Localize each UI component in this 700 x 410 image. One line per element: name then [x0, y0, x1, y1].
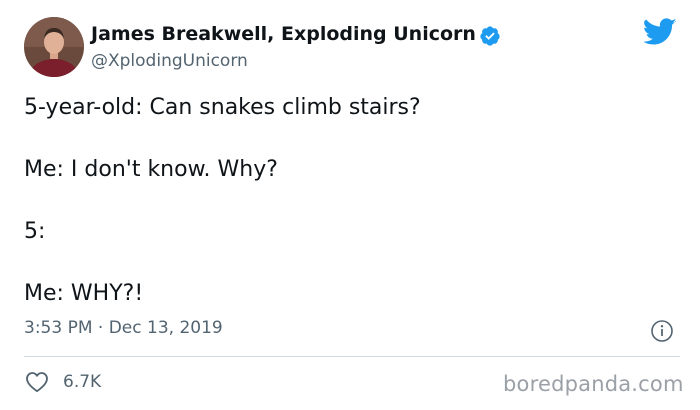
- twitter-bird-icon[interactable]: [644, 18, 677, 46]
- watermark: boredpanda.com: [503, 372, 684, 396]
- heart-icon[interactable]: [25, 371, 49, 393]
- author-display-name[interactable]: James Breakwell, Exploding Unicorn: [91, 23, 476, 45]
- divider: [24, 356, 680, 357]
- author-handle[interactable]: @XplodingUnicorn: [91, 51, 248, 71]
- tweet-text-line: Me: I don't know. Why?: [24, 157, 278, 182]
- verified-badge-icon: [480, 26, 500, 46]
- person-avatar-icon: [24, 17, 84, 77]
- tweet-text-line: 5:: [24, 219, 46, 244]
- avatar[interactable]: [24, 17, 84, 77]
- tweet-timestamp[interactable]: 3:53 PM · Dec 13, 2019: [24, 318, 223, 338]
- tweet-text-line: Me: WHY?!: [24, 281, 144, 306]
- info-icon[interactable]: [650, 319, 674, 343]
- like-count[interactable]: 6.7K: [63, 372, 101, 392]
- tweet-text-line: 5-year-old: Can snakes climb stairs?: [24, 95, 421, 120]
